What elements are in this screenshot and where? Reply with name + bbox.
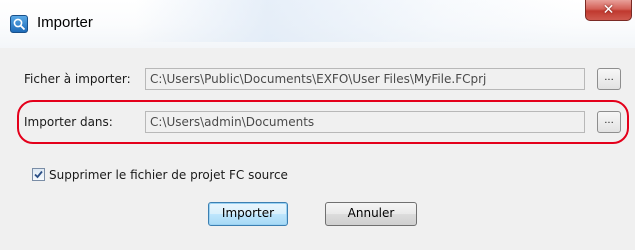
cancel-button[interactable]: Annuler (325, 202, 417, 226)
close-icon: ✕ (602, 2, 615, 18)
title-bar-shade (135, 0, 575, 42)
delete-source-label[interactable]: Supprimer le fichier de projet FC source (49, 168, 288, 182)
checkmark-icon (34, 170, 43, 179)
import-into-highlight (17, 100, 629, 144)
import-button[interactable]: Importer (208, 202, 288, 226)
title-bar[interactable]: Importer ✕ (0, 0, 635, 48)
exfo-app-icon (10, 15, 28, 33)
close-button[interactable]: ✕ (585, 0, 632, 21)
importer-dialog: Importer ✕ Ficher à importer: C:\Users\P… (0, 0, 635, 250)
window-title: Importer (37, 14, 93, 31)
dialog-content: Ficher à importer: C:\Users\Public\Docum… (0, 48, 635, 250)
file-to-import-field[interactable]: C:\Users\Public\Documents\EXFO\User File… (145, 68, 585, 90)
file-to-import-label: Ficher à importer: (24, 72, 131, 86)
browse-file-button[interactable]: ... (597, 68, 621, 90)
delete-source-checkbox[interactable] (32, 168, 45, 181)
